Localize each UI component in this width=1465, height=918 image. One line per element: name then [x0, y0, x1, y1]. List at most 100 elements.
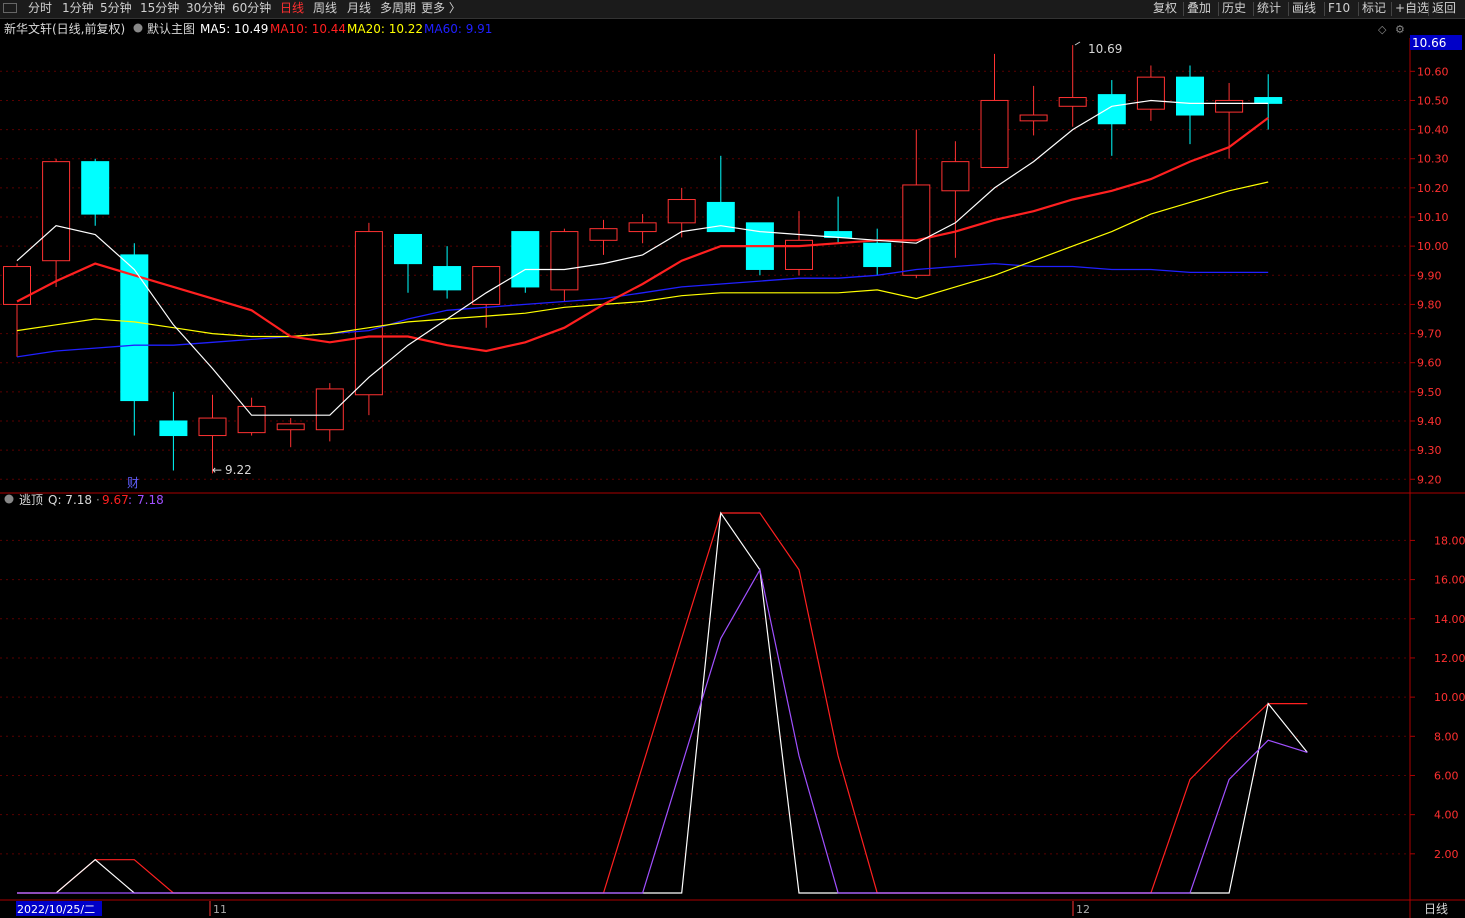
candle-16: [628, 214, 657, 244]
candle-32: [1254, 74, 1283, 130]
candle-body-10: [394, 233, 422, 265]
high-arrow-icon: [1074, 41, 1081, 46]
candle-2: [81, 158, 110, 226]
candle-body-4: [159, 420, 188, 437]
tab-4[interactable]: 30分钟: [186, 1, 225, 16]
candle-body-24: [941, 161, 970, 192]
toolbar-button-1[interactable]: 叠加: [1187, 1, 1211, 16]
candle-body-30: [1176, 76, 1204, 116]
sub-tick-8: 18.00: [1434, 534, 1465, 547]
main-tick-3: 9.50: [1417, 386, 1442, 399]
candle-body-6: [237, 405, 266, 434]
candle-10: [394, 233, 422, 293]
sub-tick-0: 2.00: [1434, 848, 1459, 861]
indicator-name[interactable]: 逃顶: [19, 493, 43, 507]
sub-tick-6: 14.00: [1434, 613, 1465, 626]
main-tick-10: 10.20: [1417, 182, 1449, 195]
indicator-sep-1: ·: [96, 493, 100, 507]
tab-0[interactable]: 分时: [28, 1, 52, 16]
toolbar-button-7[interactable]: +自选: [1395, 1, 1429, 16]
stock-title[interactable]: 新华文轩(日线,前复权): [4, 21, 125, 36]
candle-5: [198, 394, 227, 474]
candle-23: [902, 129, 931, 279]
toolbar-button-0[interactable]: 复权: [1153, 1, 1177, 16]
tab-5[interactable]: 60分钟: [232, 1, 271, 16]
main-tick-0: 9.20: [1417, 473, 1442, 486]
candle-24: [941, 141, 970, 258]
month-label-11: 11: [213, 903, 227, 916]
indicator-q: Q: 7.18: [48, 493, 92, 507]
sub-tick-3: 8.00: [1434, 730, 1459, 743]
tab-10[interactable]: 更多 〉: [421, 1, 461, 16]
candle-body-16: [628, 222, 657, 233]
candle-body-2: [81, 161, 110, 215]
toolbar-button-5[interactable]: F10: [1328, 1, 1350, 16]
candle-22: [863, 228, 892, 276]
main-y-axis: 9.20 9.30 9.40 9.50 9.60 9.70 9.80 9.90 10.00 10.…: [1410, 65, 1449, 486]
price-tag: 10.66: [1412, 36, 1446, 50]
finance-marker[interactable]: 财: [127, 476, 139, 490]
candle-body-32: [1254, 97, 1283, 104]
ma5-label: MA5: 10.49: [200, 22, 268, 36]
tab-3[interactable]: 15分钟: [140, 1, 179, 16]
candle-8: [315, 383, 344, 442]
template-name[interactable]: 默认主图: [147, 21, 195, 36]
tab-8[interactable]: 月线: [347, 1, 371, 16]
toolbar-button-4[interactable]: 画线: [1292, 1, 1316, 16]
template-dropdown-icon[interactable]: [133, 23, 143, 33]
settings-icon[interactable]: ⚙: [1395, 23, 1405, 36]
candle-body-17: [667, 199, 696, 224]
sub-tick-1: 4.00: [1434, 809, 1459, 822]
candle-0: [3, 263, 31, 357]
candle-15: [589, 219, 618, 255]
candle-body-7: [276, 423, 305, 431]
sub-tick-2: 6.00: [1434, 769, 1459, 782]
period-label[interactable]: 日线: [1424, 902, 1448, 916]
tab-9[interactable]: 多周期: [380, 1, 416, 16]
indicator-sep-2: :: [128, 493, 132, 507]
tab-6[interactable]: 日线: [280, 1, 304, 16]
indicator-series-0: [17, 512, 1308, 894]
toolbar-button-6[interactable]: 标记: [1362, 1, 1386, 16]
indicator-v1: 9.67: [102, 493, 129, 507]
sub-tick-5: 12.00: [1434, 652, 1465, 665]
low-arrow-icon: ←: [212, 463, 222, 477]
ma20-line: [16, 181, 1269, 338]
candlestick-series: [3, 45, 1283, 474]
window-restore-icon[interactable]: [3, 3, 17, 13]
main-tick-12: 10.40: [1417, 124, 1449, 137]
main-tick-5: 9.70: [1417, 328, 1442, 341]
ma10-label: MA10: 10.44: [270, 22, 346, 36]
main-tick-8: 10.00: [1417, 240, 1449, 253]
main-tick-9: 10.10: [1417, 211, 1449, 224]
date-start: 2022/10/25/二: [17, 903, 95, 916]
tab-2[interactable]: 5分钟: [100, 1, 132, 16]
diamond-icon[interactable]: ◇: [1378, 23, 1387, 36]
high-label: 10.69: [1088, 42, 1122, 56]
candle-29: [1136, 65, 1165, 121]
ma60-label: MA60: 9.91: [424, 22, 492, 36]
candle-30: [1176, 65, 1204, 145]
candle-body-23: [902, 184, 931, 276]
main-tick-14: 10.60: [1417, 65, 1449, 78]
indicator-lines: [17, 511, 1308, 894]
candle-body-29: [1136, 76, 1165, 110]
sub-y-axis: 2.00 4.00 6.00 8.00 10.00 12.00 14.00 16.00 18.0…: [1410, 534, 1465, 861]
tab-7[interactable]: 周线: [313, 1, 337, 16]
candle-4: [159, 391, 188, 471]
toolbar-button-3[interactable]: 统计: [1257, 1, 1281, 16]
month-label-12: 12: [1076, 903, 1090, 916]
candle-11: [433, 246, 462, 299]
indicator-dropdown-icon[interactable]: [4, 494, 14, 504]
candle-body-25: [980, 99, 1009, 168]
top-toolbar: 分时 1分钟 5分钟 15分钟 30分钟 60分钟 日线 周线 月线 多周期 更多 〉 复权 叠加 历史…: [0, 0, 1465, 19]
toolbar-button-2[interactable]: 历史: [1222, 1, 1246, 16]
candle-body-8: [315, 388, 344, 431]
candle-7: [276, 418, 305, 448]
tab-1[interactable]: 1分钟: [62, 1, 94, 16]
toolbar-button-8[interactable]: 返回: [1432, 1, 1456, 16]
main-tick-13: 10.50: [1417, 94, 1449, 107]
grid-lines: [0, 38, 1465, 918]
main-tick-7: 9.90: [1417, 269, 1442, 282]
candle-20: [785, 211, 813, 276]
